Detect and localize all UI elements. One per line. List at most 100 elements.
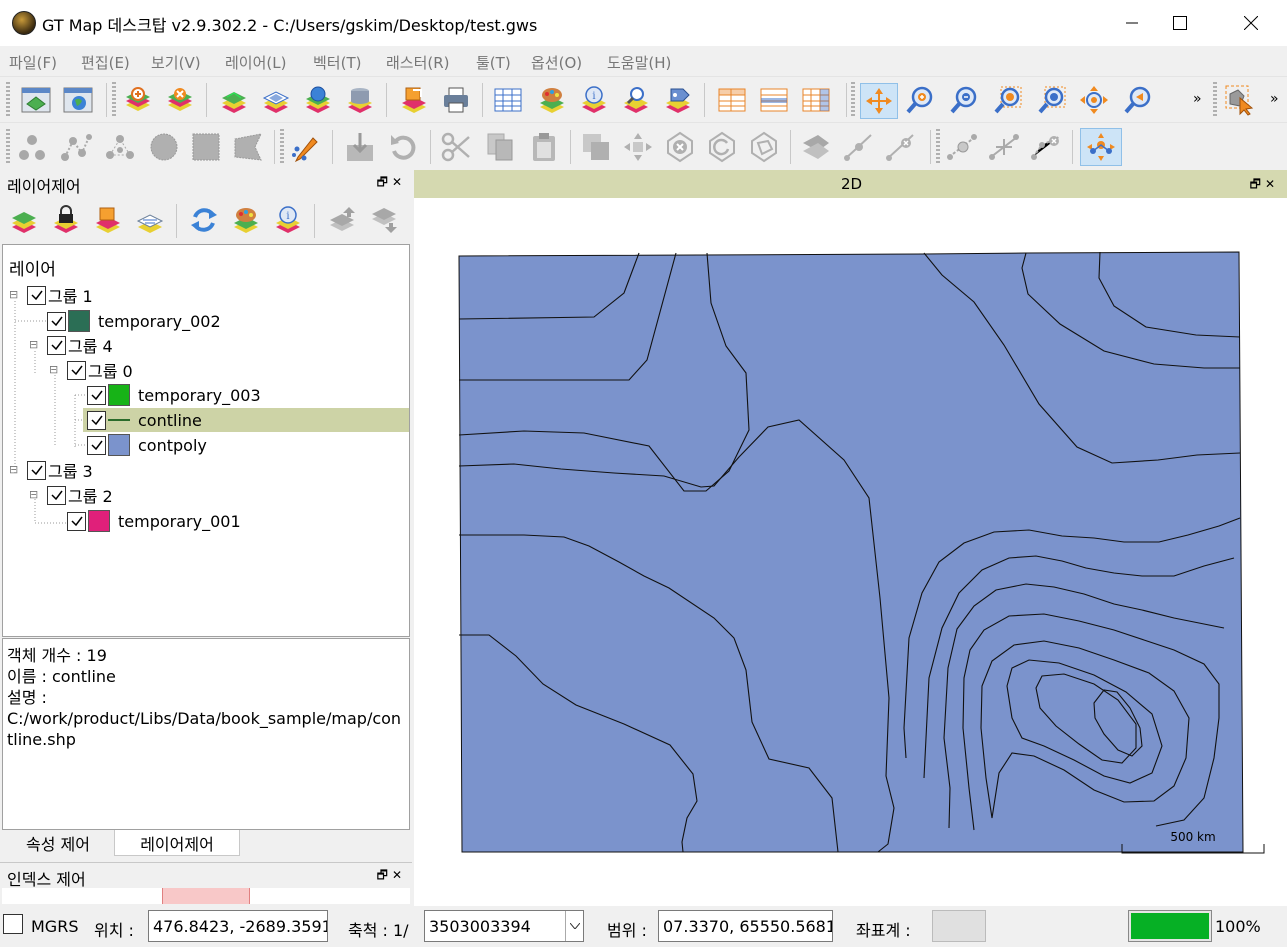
open-map-icon[interactable] [62, 84, 94, 116]
polygon-tool-icon[interactable] [232, 131, 264, 163]
snap-edit-icon[interactable] [988, 131, 1020, 163]
layer-group-1-checkbox[interactable] [27, 285, 46, 305]
snap-mode-icon[interactable] [1080, 128, 1122, 166]
menu-file[interactable]: 파일(F) [9, 52, 57, 73]
menu-vector[interactable]: 벡터(T) [313, 52, 361, 73]
close-panel-icon[interactable]: ✕ [392, 868, 406, 882]
delete-vertex-icon[interactable] [664, 131, 696, 163]
pan-icon[interactable] [860, 83, 898, 119]
search-layer-icon[interactable] [620, 84, 652, 116]
new-map-icon[interactable] [20, 84, 52, 116]
refresh-icon[interactable] [188, 204, 220, 236]
layer-properties-icon[interactable] [134, 204, 166, 236]
close-panel-icon[interactable]: ✕ [392, 175, 406, 189]
layer-move-up-icon[interactable] [326, 204, 358, 236]
layer-item-group-1[interactable]: 그룹 1 [27, 283, 93, 307]
menu-view[interactable]: 보기(V) [151, 52, 201, 73]
zoom-full-icon[interactable] [1078, 84, 1110, 116]
mgrs-checkbox[interactable] [3, 914, 23, 934]
group-4-expander[interactable]: ⊟ [29, 338, 38, 351]
map-view[interactable]: 2D 🗗✕ 500 km [414, 170, 1287, 906]
circle-tool-icon[interactable] [148, 131, 180, 163]
layer-group-2-checkbox[interactable] [47, 485, 66, 505]
attribute-table-icon[interactable] [492, 84, 524, 116]
layer-item-temporary-003[interactable]: temporary_003 [87, 383, 261, 407]
save-edit-icon[interactable] [344, 131, 376, 163]
rectangle-tool-icon[interactable] [190, 131, 222, 163]
line-tool-icon[interactable] [60, 131, 92, 163]
zoom-in-icon[interactable] [904, 84, 936, 116]
tab-layer-control[interactable]: 레이어제어 [114, 830, 240, 856]
layer-temporary-002-checkbox[interactable] [47, 311, 66, 331]
layer-item-group-4[interactable]: 그룹 4 [47, 333, 113, 357]
tab-attribute-control[interactable]: 속성 제어 [4, 830, 112, 856]
layer-lock-icon[interactable] [50, 204, 82, 236]
rotate-icon[interactable] [706, 131, 738, 163]
label-tag-icon[interactable] [662, 84, 694, 116]
map-canvas[interactable]: 500 km [414, 198, 1287, 906]
export-layer-icon[interactable] [398, 84, 430, 116]
table-columns-icon[interactable] [800, 84, 832, 116]
layer-info-panel-icon[interactable]: i [272, 204, 304, 236]
move-icon[interactable] [622, 131, 654, 163]
layer-item-group-3[interactable]: 그룹 3 [27, 458, 93, 482]
toolbar-overflow-button[interactable]: » [1193, 91, 1202, 107]
add-vertex-line-icon[interactable] [842, 131, 874, 163]
merge-icon[interactable] [580, 131, 612, 163]
menu-tools[interactable]: 툴(T) [476, 52, 511, 73]
vector-layer-icon[interactable] [218, 84, 250, 116]
close-button[interactable] [1228, 0, 1274, 46]
table-rows-icon[interactable] [758, 84, 790, 116]
layer-add-icon[interactable] [8, 204, 40, 236]
layer-temporary-003-checkbox[interactable] [87, 385, 106, 405]
snap-add-icon[interactable] [946, 131, 978, 163]
close-map-icon[interactable]: ✕ [1265, 177, 1279, 191]
zoom-out-icon[interactable] [948, 84, 980, 116]
select-feature-icon[interactable] [1224, 84, 1256, 116]
add-layer-icon[interactable] [122, 84, 154, 116]
layer-contline-checkbox[interactable] [87, 410, 106, 430]
snap-remove-icon[interactable] [1030, 131, 1062, 163]
menu-raster[interactable]: 래스터(R) [386, 52, 450, 73]
edit-pencil-icon[interactable] [290, 131, 322, 163]
layer-item-temporary-002[interactable]: temporary_002 [47, 309, 221, 333]
copy-icon[interactable] [484, 131, 516, 163]
point-tool-icon[interactable] [16, 131, 48, 163]
layer-contpoly-checkbox[interactable] [87, 435, 106, 455]
layer-temporary-001-checkbox[interactable] [67, 511, 86, 531]
float-panel-icon[interactable]: 🗗 [377, 868, 392, 882]
chevron-down-icon[interactable] [565, 911, 583, 941]
style-palette-icon[interactable] [536, 84, 568, 116]
menu-options[interactable]: 옵션(O) [531, 52, 582, 73]
web-layer-icon[interactable] [302, 84, 334, 116]
group-0-expander[interactable]: ⊟ [49, 363, 58, 376]
layer-group-4-checkbox[interactable] [47, 335, 66, 355]
layer-group-3-checkbox[interactable] [27, 460, 46, 480]
layer-info-icon[interactable]: i [578, 84, 610, 116]
scale-select[interactable]: 3503003394 [424, 910, 584, 942]
table-orange-icon[interactable] [716, 84, 748, 116]
cut-icon[interactable] [440, 131, 472, 163]
reshape-icon[interactable] [748, 131, 780, 163]
float-panel-icon[interactable]: 🗗 [377, 175, 392, 189]
float-map-icon[interactable]: 🗗 [1250, 177, 1265, 191]
layer-item-contpoly[interactable]: contpoly [87, 433, 207, 457]
layer-export-icon[interactable] [92, 204, 124, 236]
multipoint-tool-icon[interactable] [104, 131, 136, 163]
layer-item-temporary-001[interactable]: temporary_001 [67, 509, 241, 533]
zoom-previous-icon[interactable] [1122, 84, 1154, 116]
layer-item-group-2[interactable]: 그룹 2 [47, 483, 113, 507]
layer-group-0-checkbox[interactable] [67, 360, 86, 380]
zoom-out-box-icon[interactable] [1036, 84, 1068, 116]
maximize-button[interactable] [1157, 0, 1203, 46]
remove-layer-icon[interactable] [164, 84, 196, 116]
remove-vertex-line-icon[interactable] [884, 131, 916, 163]
layer-style-icon[interactable] [230, 204, 262, 236]
layer-move-down-icon[interactable] [368, 204, 400, 236]
print-icon[interactable] [440, 84, 472, 116]
menu-help[interactable]: 도움말(H) [607, 52, 671, 73]
minimize-button[interactable] [1109, 0, 1155, 46]
toolbar-overflow-button-2[interactable]: » [1270, 91, 1279, 107]
group-2-expander[interactable]: ⊟ [29, 488, 38, 501]
toolbar-grip[interactable] [6, 82, 10, 118]
